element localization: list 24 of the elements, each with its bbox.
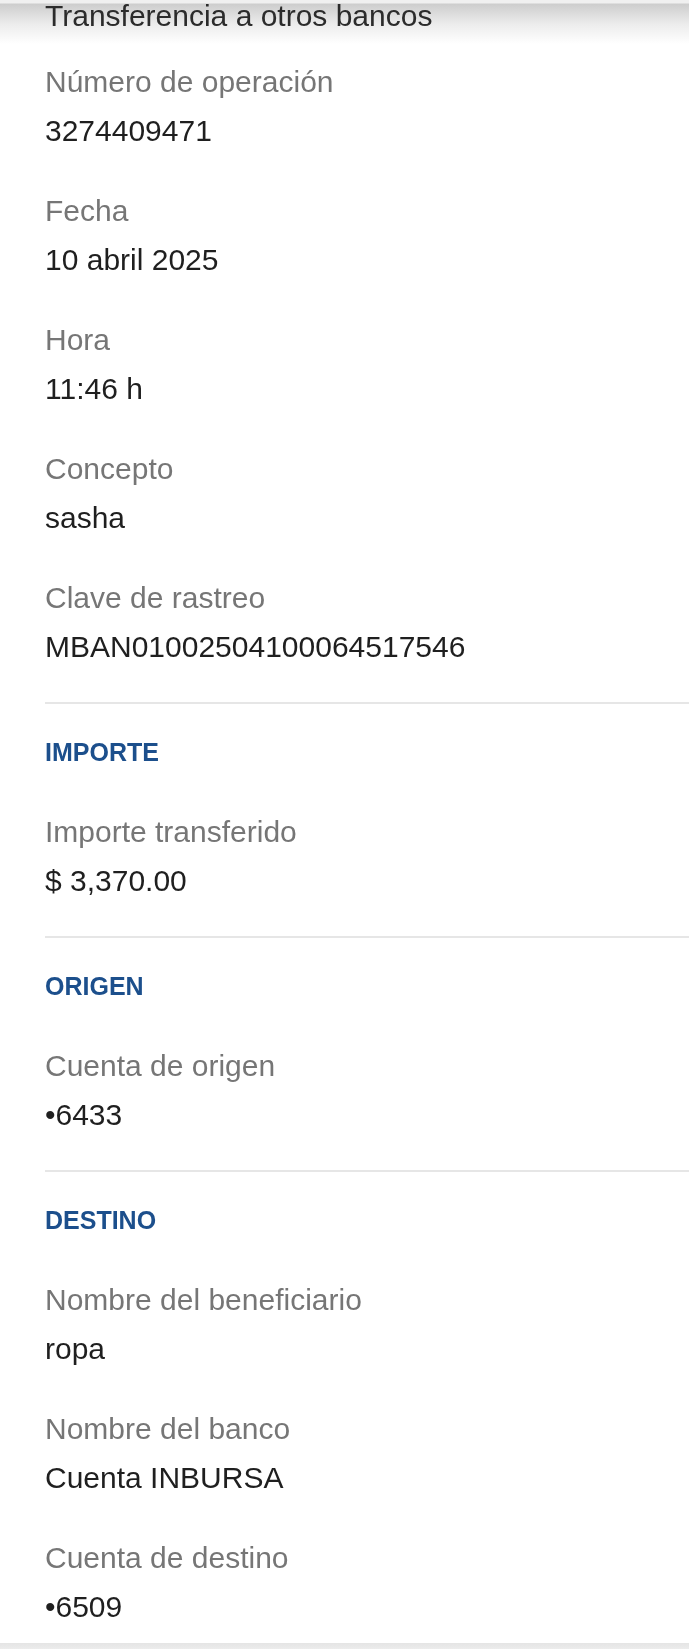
page-title: Transferencia a otros bancos bbox=[45, 0, 433, 32]
field-label: Número de operación bbox=[45, 64, 334, 100]
field-label: Nombre del beneficiario bbox=[45, 1282, 362, 1318]
field-value: •6433 bbox=[45, 1097, 123, 1133]
field-value: ropa bbox=[45, 1331, 106, 1367]
field-value: Cuenta INBURSA bbox=[45, 1460, 284, 1496]
field-label: Cuenta de destino bbox=[45, 1540, 289, 1576]
field-value: 3274409471 bbox=[45, 113, 212, 149]
field-value: $ 3,370.00 bbox=[45, 863, 187, 899]
field-label: Hora bbox=[45, 322, 111, 358]
section-heading: ORIGEN bbox=[45, 971, 144, 1001]
field-label: Concepto bbox=[45, 451, 174, 487]
field-value: sasha bbox=[45, 500, 126, 536]
field-value: 11:46 h bbox=[45, 371, 143, 407]
field-label: Cuenta de origen bbox=[45, 1048, 276, 1084]
section-heading: DESTINO bbox=[45, 1205, 157, 1235]
field-value: 10 abril 2025 bbox=[45, 242, 219, 278]
section-heading: IMPORTE bbox=[45, 737, 159, 767]
field-label: Importe transferido bbox=[45, 814, 297, 850]
field-label: Clave de rastreo bbox=[45, 580, 266, 616]
field-value: MBAN01002504100064517546 bbox=[45, 629, 466, 665]
field-value: •6509 bbox=[45, 1589, 123, 1625]
field-label: Fecha bbox=[45, 193, 129, 229]
field-label: Nombre del banco bbox=[45, 1411, 291, 1447]
